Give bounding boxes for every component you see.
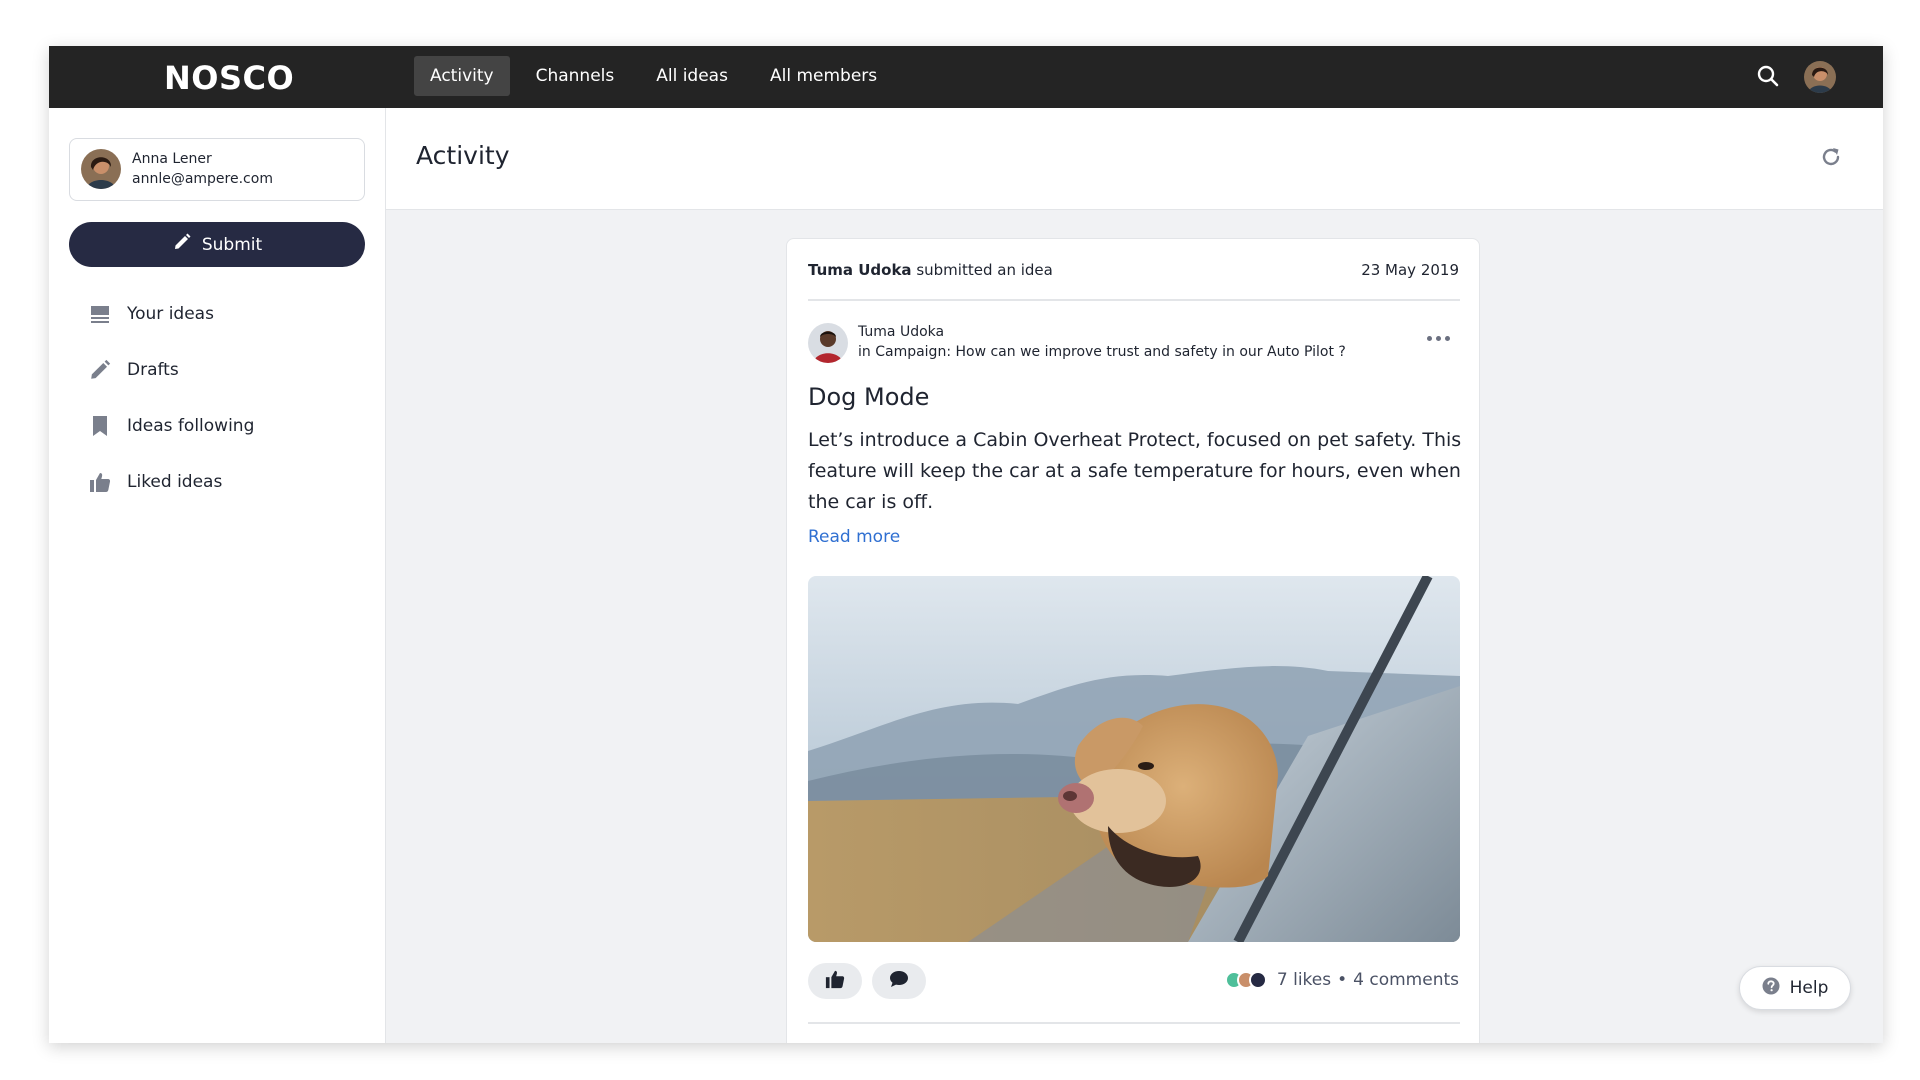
pencil-icon [172,232,192,257]
nav-tab-channels[interactable]: Channels [520,56,631,96]
liker-avatars[interactable] [1224,971,1267,989]
thumbs-up-icon [825,969,845,993]
comment-button[interactable] [872,963,926,999]
like-button[interactable] [808,963,862,999]
idea-image[interactable] [808,576,1460,942]
nav-tab-all-ideas[interactable]: All ideas [640,56,744,96]
sidebar: Anna Lener annle@ampere.com Submit Your … [49,108,386,1043]
idea-description: Let’s introduce a Cabin Overheat Protect… [808,429,1462,513]
main-nav: Activity Channels All ideas All members [414,56,893,96]
list-icon [89,303,111,325]
profile-avatar[interactable] [1804,61,1836,93]
question-icon [1762,977,1780,1000]
user-profile-card[interactable]: Anna Lener annle@ampere.com [69,138,365,201]
activity-date: 23 May 2019 [1361,261,1459,279]
user-name: Anna Lener [132,151,212,167]
help-button[interactable]: Help [1739,966,1851,1010]
submit-button[interactable]: Submit [69,222,365,267]
sidebar-item-liked-ideas[interactable]: Liked ideas [69,454,365,510]
nav-tab-activity[interactable]: Activity [414,56,510,96]
activity-actor[interactable]: Tuma Udoka [808,261,912,279]
main-header: Activity [386,108,1883,210]
more-options-icon[interactable] [1427,331,1457,345]
sidebar-item-label: Drafts [127,360,179,380]
sidebar-item-your-ideas[interactable]: Your ideas [69,286,365,342]
app-logo[interactable]: NOSCO [164,59,294,97]
avatar [1248,971,1267,989]
speech-bubble-icon [889,969,909,993]
activity-card: Tuma Udoka submitted an idea 23 May 2019… [786,238,1480,1043]
bookmark-icon [89,415,111,437]
sidebar-item-ideas-following[interactable]: Ideas following [69,398,365,454]
sidebar-item-label: Your ideas [127,304,214,324]
activity-summary: Tuma Udoka submitted an idea [808,261,1053,279]
page-title: Activity [416,141,510,170]
thumbs-up-icon [89,471,111,493]
avatar [81,149,121,189]
submit-label: Submit [201,234,263,255]
activity-action: submitted an idea [916,261,1053,279]
user-email: annle@ampere.com [132,171,273,187]
divider [808,299,1460,301]
pencil-icon [89,359,111,381]
help-label: Help [1789,978,1829,998]
read-more-link[interactable]: Read more [808,527,900,547]
engagement-stats: 7 likes • 4 comments [1224,970,1459,990]
sidebar-item-drafts[interactable]: Drafts [69,342,365,398]
campaign-link[interactable]: in Campaign: How can we improve trust an… [858,344,1346,360]
sidebar-item-label: Ideas following [127,416,255,436]
author-name[interactable]: Tuma Udoka [858,324,944,340]
separator-dot: • [1337,970,1348,990]
app-window: NOSCO Activity Channels All ideas All me… [49,46,1883,1043]
comments-count[interactable]: 4 comments [1353,970,1459,990]
sidebar-item-label: Liked ideas [127,472,223,492]
sidebar-menu: Your ideas Drafts Ideas following Liked … [69,286,365,510]
idea-title[interactable]: Dog Mode [808,383,929,411]
nav-tab-all-members[interactable]: All members [754,56,893,96]
main-content: Activity Tuma Udoka submitted an idea 23… [386,108,1883,1043]
search-icon[interactable] [1755,63,1781,89]
author-avatar[interactable] [808,323,848,363]
divider [808,1022,1460,1024]
likes-count[interactable]: 7 likes [1277,970,1331,990]
refresh-icon[interactable] [1819,145,1843,169]
top-navigation-bar: NOSCO Activity Channels All ideas All me… [49,46,1883,108]
